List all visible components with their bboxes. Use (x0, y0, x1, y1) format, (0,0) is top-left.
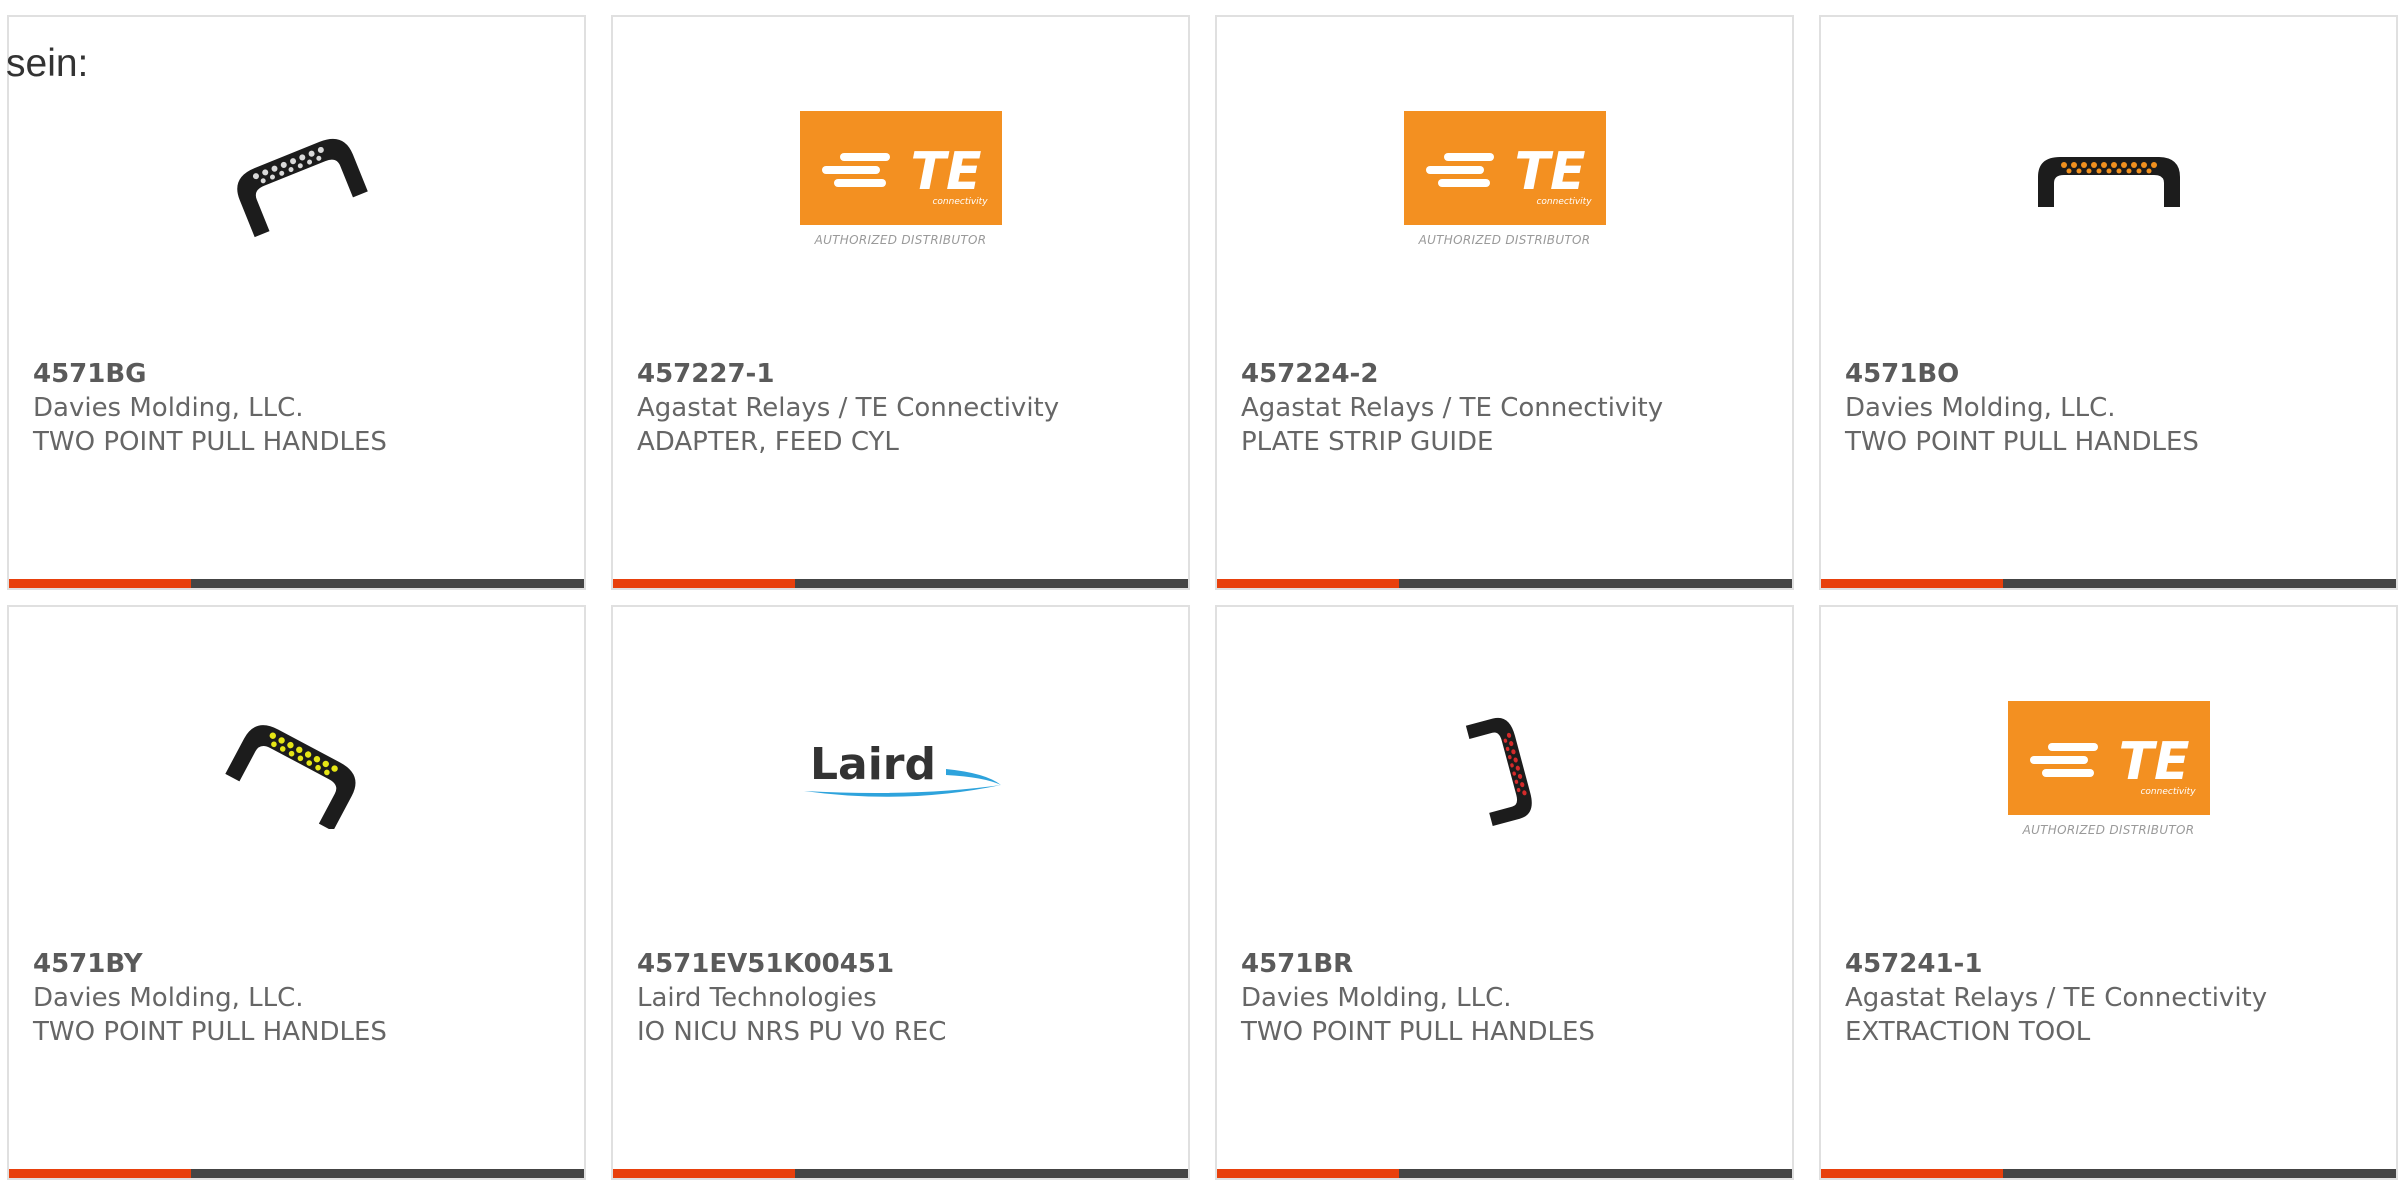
description: TWO POINT PULL HANDLES (1845, 427, 2199, 457)
te-logo-icon: TE connectivity AUTHORIZED DISTRIBUTOR (1403, 111, 1606, 247)
te-subtitle: connectivity (1536, 197, 1592, 207)
product-grid: 4571BG Davies Molding, LLC. TWO POINT PU… (7, 15, 2398, 1180)
handle-icon (224, 725, 355, 829)
card-bar-accent (1821, 579, 2003, 588)
product-info: 4571BR Davies Molding, LLC. TWO POINT PU… (1241, 947, 1595, 1049)
product-image[interactable]: TE connectivity AUTHORIZED DISTRIBUTOR (613, 99, 1188, 259)
description: IO NICU NRS PU V0 REC (637, 1017, 947, 1047)
product-info: 4571BY Davies Molding, LLC. TWO POINT PU… (33, 947, 387, 1049)
description: TWO POINT PULL HANDLES (33, 427, 387, 457)
product-image[interactable]: TE connectivity AUTHORIZED DISTRIBUTOR (1217, 99, 1792, 259)
part-number[interactable]: 4571BG (33, 357, 387, 391)
te-logo-icon: TE connectivity AUTHORIZED DISTRIBUTOR (2007, 701, 2210, 837)
product-image[interactable] (1217, 689, 1792, 849)
te-logo-badge: TE connectivity (2007, 701, 2210, 815)
te-wordmark: TE (910, 142, 981, 202)
manufacturer: Davies Molding, LLC. (33, 393, 304, 423)
te-subtitle: connectivity (2140, 787, 2196, 797)
handle-icon (236, 138, 368, 238)
card-bar (9, 579, 584, 588)
manufacturer: Davies Molding, LLC. (1845, 393, 2116, 423)
manufacturer: Davies Molding, LLC. (33, 983, 304, 1013)
product-card[interactable]: TE connectivity AUTHORIZED DISTRIBUTOR 4… (1215, 15, 1794, 590)
card-bar-accent (9, 1169, 191, 1178)
card-bar-accent (613, 579, 795, 588)
card-bar (613, 1169, 1188, 1178)
product-image[interactable] (9, 689, 584, 849)
product-card[interactable]: TE connectivity AUTHORIZED DISTRIBUTOR 4… (611, 15, 1190, 590)
card-bar-accent (9, 579, 191, 588)
te-wordmark: TE (1514, 142, 1585, 202)
handle-icon (2037, 157, 2180, 207)
description: ADAPTER, FEED CYL (637, 427, 899, 457)
card-bar (9, 1169, 584, 1178)
part-number[interactable]: 4571BY (33, 947, 387, 981)
product-info: 457224-2 Agastat Relays / TE Connectivit… (1241, 357, 1663, 459)
manufacturer: Agastat Relays / TE Connectivity (1241, 393, 1664, 423)
product-card[interactable]: TE connectivity AUTHORIZED DISTRIBUTOR 4… (1819, 605, 2398, 1180)
te-logo-icon: TE connectivity AUTHORIZED DISTRIBUTOR (799, 111, 1002, 247)
card-bar-accent (1821, 1169, 2003, 1178)
product-info: 4571BO Davies Molding, LLC. TWO POINT PU… (1845, 357, 2199, 459)
card-bar (1821, 1169, 2396, 1178)
te-subtitle: connectivity (932, 197, 988, 207)
product-image[interactable]: TE connectivity AUTHORIZED DISTRIBUTOR (1821, 689, 2396, 849)
manufacturer: Agastat Relays / TE Connectivity (637, 393, 1060, 423)
part-number[interactable]: 457241-1 (1845, 947, 2267, 981)
te-logo-badge: TE connectivity (1403, 111, 1606, 225)
description: TWO POINT PULL HANDLES (33, 1017, 387, 1047)
part-number[interactable]: 457227-1 (637, 357, 1059, 391)
te-distributor-text: AUTHORIZED DISTRIBUTOR (1418, 233, 1591, 247)
te-distributor-text: AUTHORIZED DISTRIBUTOR (2022, 823, 2195, 837)
description: TWO POINT PULL HANDLES (1241, 1017, 1595, 1047)
product-card[interactable]: 4571BY Davies Molding, LLC. TWO POINT PU… (7, 605, 586, 1180)
card-bar-accent (1217, 579, 1399, 588)
product-info: 4571BG Davies Molding, LLC. TWO POINT PU… (33, 357, 387, 459)
product-card[interactable]: Laird 4571EV51K00451 Laird Technologies … (611, 605, 1190, 1180)
product-card[interactable]: 4571BR Davies Molding, LLC. TWO POINT PU… (1215, 605, 1794, 1180)
card-bar (1821, 579, 2396, 588)
page-label: sein: (6, 42, 89, 85)
product-image[interactable] (9, 99, 584, 259)
product-image[interactable]: Laird (613, 689, 1188, 849)
product-image[interactable] (1821, 99, 2396, 259)
te-logo-badge: TE connectivity (799, 111, 1002, 225)
laird-logo-icon: Laird (803, 739, 1001, 797)
te-wordmark: TE (2118, 732, 2189, 792)
product-info: 457241-1 Agastat Relays / TE Connectivit… (1845, 947, 2267, 1049)
manufacturer: Laird Technologies (637, 983, 877, 1013)
product-card[interactable]: 4571BG Davies Molding, LLC. TWO POINT PU… (7, 15, 586, 590)
part-number[interactable]: 4571BR (1241, 947, 1595, 981)
card-bar (1217, 579, 1792, 588)
card-bar (613, 579, 1188, 588)
manufacturer: Agastat Relays / TE Connectivity (1845, 983, 2268, 1013)
card-bar (1217, 1169, 1792, 1178)
part-number[interactable]: 457224-2 (1241, 357, 1663, 391)
description: EXTRACTION TOOL (1845, 1017, 2091, 1047)
product-info: 457227-1 Agastat Relays / TE Connectivit… (637, 357, 1059, 459)
handle-icon (1465, 717, 1532, 826)
product-card[interactable]: 4571BO Davies Molding, LLC. TWO POINT PU… (1819, 15, 2398, 590)
card-bar-accent (1217, 1169, 1399, 1178)
te-distributor-text: AUTHORIZED DISTRIBUTOR (814, 233, 987, 247)
description: PLATE STRIP GUIDE (1241, 427, 1494, 457)
product-info: 4571EV51K00451 Laird Technologies IO NIC… (637, 947, 946, 1049)
part-number[interactable]: 4571BO (1845, 357, 2199, 391)
part-number[interactable]: 4571EV51K00451 (637, 947, 946, 981)
card-bar-accent (613, 1169, 795, 1178)
laird-wordmark: Laird (810, 739, 936, 790)
manufacturer: Davies Molding, LLC. (1241, 983, 1512, 1013)
